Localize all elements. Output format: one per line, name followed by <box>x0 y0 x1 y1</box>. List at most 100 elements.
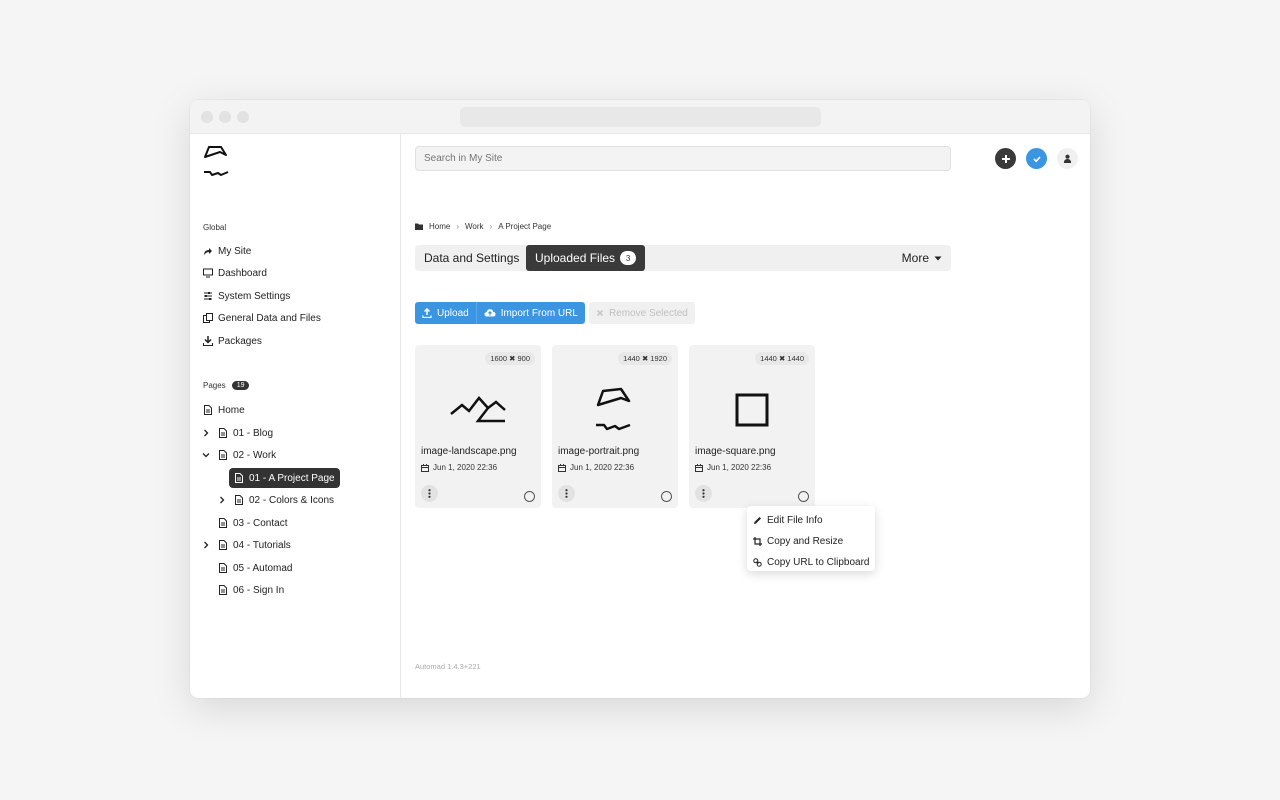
automad-logo[interactable] <box>202 144 230 183</box>
file-date: Jun 1, 2020 22:36 <box>558 463 634 472</box>
nav-packages-label: Packages <box>218 335 262 347</box>
files-icon <box>203 313 213 323</box>
file-date: Jun 1, 2020 22:36 <box>695 463 771 472</box>
search-input[interactable] <box>415 146 951 171</box>
tree-item-label: 04 - Tutorials <box>233 539 291 551</box>
nav-system-settings[interactable]: System Settings <box>203 287 290 305</box>
more-vertical-icon <box>565 489 568 498</box>
pages-section-label: Pages 19 <box>203 381 250 390</box>
menu-copy-url-label: Copy URL to Clipboard <box>767 557 870 568</box>
share-arrow-icon <box>204 248 212 255</box>
plus-icon <box>1001 154 1010 163</box>
tree-item-label: 02 - Colors & Icons <box>249 494 335 506</box>
nav-general-data-label: General Data and Files <box>218 312 321 324</box>
version-text: Automad 1.4.3+221 <box>415 662 481 671</box>
menu-copy-url[interactable]: Copy URL to Clipboard <box>747 552 875 573</box>
file-date-text: Jun 1, 2020 22:36 <box>570 463 635 472</box>
square-image-icon <box>735 393 769 427</box>
remove-selected-button[interactable]: Remove Selected <box>588 302 695 324</box>
document-icon <box>235 473 243 483</box>
menu-copy-resize[interactable]: Copy and Resize <box>747 531 875 552</box>
file-menu-button[interactable] <box>558 485 575 502</box>
image-dimensions: 1440 ✖ 1920 <box>618 352 672 365</box>
window-minimize-dot[interactable] <box>219 111 231 123</box>
tree-item-sign-in[interactable]: 06 - Sign In <box>218 581 284 599</box>
nav-general-data[interactable]: General Data and Files <box>203 309 321 327</box>
tab-data-settings[interactable]: Data and Settings <box>415 245 528 271</box>
check-icon <box>1032 155 1041 162</box>
tree-item-automad[interactable]: 05 - Automad <box>218 559 292 577</box>
import-url-button[interactable]: Import From URL <box>475 302 585 324</box>
tab-uploaded-files-label: Uploaded Files <box>535 251 616 265</box>
tree-item-label: 02 - Work <box>233 449 277 461</box>
nav-my-site[interactable]: My Site <box>203 242 251 260</box>
chevron-right-icon[interactable] <box>218 496 226 504</box>
file-date: Jun 1, 2020 22:36 <box>421 463 497 472</box>
tree-item-label: 06 - Sign In <box>233 584 285 596</box>
chevron-right-icon[interactable] <box>202 541 210 549</box>
menu-edit-file-info[interactable]: Edit File Info <box>747 510 875 531</box>
document-icon <box>219 585 227 595</box>
breadcrumb-current[interactable]: A Project Page <box>498 222 551 231</box>
title-bar <box>190 100 1090 134</box>
tree-item-label: 03 - Contact <box>233 517 288 529</box>
file-menu-button[interactable] <box>695 485 712 502</box>
chevron-down-icon[interactable] <box>202 451 210 459</box>
nav-packages[interactable]: Packages <box>203 332 262 350</box>
file-date-text: Jun 1, 2020 22:36 <box>707 463 772 472</box>
browser-window: Global My Site Dashboard System Settings… <box>190 100 1090 698</box>
window-maximize-dot[interactable] <box>237 111 249 123</box>
tree-item-blog[interactable]: 01 - Blog <box>218 424 273 442</box>
chevron-right-icon[interactable] <box>202 429 210 437</box>
calendar-icon <box>695 463 703 472</box>
more-dropdown[interactable]: More <box>893 245 951 271</box>
image-dimensions: 1440 ✖ 1440 <box>755 352 809 365</box>
tree-item-work[interactable]: 02 - Work <box>218 446 276 464</box>
upload-icon <box>422 308 432 318</box>
nav-system-settings-label: System Settings <box>218 290 291 302</box>
download-icon <box>203 336 213 346</box>
tree-item-colors-icons[interactable]: 02 - Colors & Icons <box>234 491 334 509</box>
thumbnail[interactable] <box>415 365 541 455</box>
more-vertical-icon <box>702 489 705 498</box>
uploaded-count-badge: 3 <box>620 251 637 265</box>
tab-uploaded-files[interactable]: Uploaded Files 3 <box>526 245 646 271</box>
file-card[interactable]: 1440 ✖ 1920 image-portrait.png Jun 1, 20… <box>552 345 678 508</box>
url-bar[interactable] <box>460 107 821 127</box>
cloud-upload-icon <box>484 309 496 317</box>
tree-item-label: 01 - A Project Page <box>249 472 335 484</box>
folder-icon <box>415 223 423 230</box>
file-menu-button[interactable] <box>421 485 438 502</box>
tree-item-label: Home <box>218 404 245 416</box>
upload-button[interactable]: Upload <box>415 302 476 324</box>
tree-item-home[interactable]: Home <box>203 401 245 419</box>
tab-data-settings-label: Data and Settings <box>424 251 520 265</box>
file-card[interactable]: 1600 ✖ 900 image-landscape.png Jun 1, 20… <box>415 345 541 508</box>
tree-item-project-page[interactable]: 01 - A Project Page <box>229 468 340 488</box>
document-icon <box>219 563 227 573</box>
document-icon <box>219 450 227 460</box>
crop-icon <box>753 537 762 546</box>
breadcrumb-work[interactable]: Work <box>465 222 484 231</box>
user-icon <box>1063 154 1072 163</box>
breadcrumb-home[interactable]: Home <box>429 222 450 231</box>
thumbnail[interactable] <box>552 365 678 455</box>
status-check-button[interactable] <box>1026 148 1047 169</box>
select-radio[interactable] <box>661 491 672 502</box>
file-card[interactable]: 1440 ✖ 1440 image-square.png Jun 1, 2020… <box>689 345 815 508</box>
tree-item-contact[interactable]: 03 - Contact <box>218 514 287 532</box>
more-label: More <box>901 251 929 265</box>
caret-down-icon <box>934 256 942 260</box>
select-radio[interactable] <box>524 491 535 502</box>
tab-bar: Data and Settings Uploaded Files 3 More <box>415 245 951 271</box>
select-radio[interactable] <box>798 491 809 502</box>
window-close-dot[interactable] <box>201 111 213 123</box>
add-page-button[interactable] <box>995 148 1016 169</box>
tree-item-tutorials[interactable]: 04 - Tutorials <box>218 536 291 554</box>
pencil-icon <box>754 517 761 524</box>
sliders-icon <box>204 292 212 300</box>
nav-dashboard[interactable]: Dashboard <box>203 264 267 282</box>
file-name: image-landscape.png <box>421 446 517 457</box>
thumbnail[interactable] <box>689 365 815 455</box>
user-menu-button[interactable] <box>1057 148 1078 169</box>
